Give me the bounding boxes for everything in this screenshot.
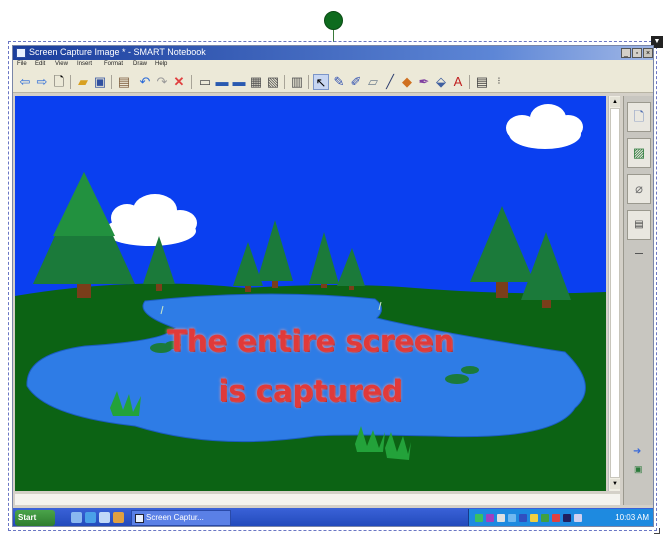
new-page-icon[interactable]: 🗋 [51, 74, 67, 90]
properties-icon[interactable]: ▤ [474, 74, 490, 90]
screen-shade-icon[interactable]: ▭ [197, 74, 213, 90]
toolbar-separator [111, 75, 112, 89]
table-icon[interactable]: ▥ [289, 74, 305, 90]
line-icon[interactable]: ╱ [382, 74, 398, 90]
toolbar: ⇦ ⇨ 🗋 ▰ ▣ ▤ ↶ ↷ ✕ ▭ ▬ ▬ ▦ ▧ ▥ ↖ ✎ ✐ ▱ ╱ … [13, 71, 653, 93]
paste-icon[interactable]: ▤ [116, 74, 132, 90]
menu-format[interactable]: Format [104, 61, 123, 67]
minimize-button[interactable]: _ [621, 48, 631, 58]
menu-view[interactable]: View [55, 61, 68, 67]
notebook-task-icon [135, 514, 144, 523]
caption-line-1: The entire screen [166, 324, 455, 358]
captured-window: Screen Capture Image * - SMART Notebook … [12, 45, 654, 527]
notebook-app-icon [16, 48, 26, 58]
undo-icon[interactable]: ↶ [137, 74, 153, 90]
scroll-down-arrow-icon[interactable]: ▼ [610, 479, 620, 489]
caption-line-2: is captured [218, 374, 403, 408]
redo-icon[interactable]: ↷ [154, 74, 170, 90]
start-label: Start [18, 513, 37, 522]
toolbar-separator [191, 75, 192, 89]
gallery-icon[interactable]: ▨ [627, 138, 651, 168]
full-screen-icon[interactable]: ▬ [231, 74, 247, 90]
toolbar-separator [308, 75, 309, 89]
close-button[interactable]: × [643, 48, 653, 58]
menu-edit[interactable]: Edit [35, 61, 45, 67]
tray-display-icon[interactable] [563, 514, 571, 522]
tray-keyboard-icon[interactable] [519, 514, 527, 522]
open-folder-icon[interactable]: ▰ [75, 74, 91, 90]
quicklaunch-ie-icon[interactable] [85, 512, 96, 523]
toolbar-separator [284, 75, 285, 89]
quicklaunch-folder-icon[interactable] [113, 512, 124, 523]
fill-icon[interactable]: ⬙ [433, 74, 449, 90]
quicklaunch-media-icon[interactable] [99, 512, 110, 523]
toolbar-separator [469, 75, 470, 89]
back-arrow-icon[interactable]: ⇦ [17, 74, 33, 90]
attachments-icon[interactable]: ⌀ [627, 174, 651, 204]
quicklaunch-desktop-icon[interactable] [71, 512, 82, 523]
taskbar-window-button[interactable]: Screen Captur... [131, 510, 231, 526]
rotation-handle[interactable] [324, 11, 343, 30]
menu-bar: File Edit View Insert Format Draw Help [13, 60, 653, 71]
tray-alert-icon[interactable] [552, 514, 560, 522]
show-screen-icon[interactable]: ▬ [214, 74, 230, 90]
tray-bluetooth-icon[interactable] [508, 514, 516, 522]
title-bar: Screen Capture Image * - SMART Notebook … [13, 46, 653, 60]
forward-arrow-icon[interactable]: ⇨ [34, 74, 50, 90]
eraser-icon[interactable]: ▱ [365, 74, 381, 90]
creative-pen-icon[interactable]: ✐ [348, 74, 364, 90]
menu-help[interactable]: Help [155, 61, 167, 67]
select-arrow-icon[interactable]: ↖ [313, 74, 329, 90]
tray-sync-icon[interactable] [541, 514, 549, 522]
panel-divider [635, 253, 643, 254]
save-icon[interactable]: ▣ [92, 74, 108, 90]
start-button[interactable]: Start [15, 510, 55, 526]
tray-network-icon[interactable] [475, 514, 483, 522]
tray-smart-icon[interactable] [486, 514, 494, 522]
restore-button[interactable]: ▫ [632, 48, 642, 58]
shape-icon[interactable]: ◆ [399, 74, 415, 90]
page-sort-icon[interactable]: ▧ [265, 74, 281, 90]
horizontal-scrollbar[interactable] [15, 493, 620, 505]
notebook-page-canvas[interactable]: The entire screen is captured [15, 96, 606, 491]
page-sorter-icon[interactable]: 🗋 [627, 102, 651, 132]
rotation-connector [333, 28, 334, 42]
taskbar-window-label: Screen Captur... [146, 513, 204, 522]
text-icon[interactable]: A [450, 74, 466, 90]
tray-volume-icon[interactable] [497, 514, 505, 522]
windows-taskbar: Start Screen Captur... 10:03 AM [13, 508, 653, 526]
arrow-right-icon[interactable]: ➜ [633, 446, 641, 457]
tray-clipboard-icon[interactable] [574, 514, 582, 522]
window-title: Screen Capture Image * - SMART Notebook [29, 47, 206, 57]
pen-icon[interactable]: ✎ [331, 74, 347, 90]
page-icon[interactable]: ▣ [634, 464, 643, 475]
tray-security-icon[interactable] [530, 514, 538, 522]
screen-capture-stage: ▼ Screen Capture Image * - SMART Noteboo… [0, 0, 663, 540]
menu-draw[interactable]: Draw [133, 61, 147, 67]
vertical-scrollbar[interactable]: ▲ ▼ [608, 96, 620, 491]
lake-scene-illustration [15, 96, 606, 491]
toolbar-separator [70, 75, 71, 89]
scroll-thumb[interactable] [610, 108, 620, 478]
menu-file[interactable]: File [17, 61, 27, 67]
side-tabs-panel: 🗋 ▨ ⌀ ▤ ➜ ▣ [623, 96, 653, 505]
magic-pen-icon[interactable]: ✒ [416, 74, 432, 90]
resize-handle[interactable] [654, 528, 660, 534]
capture-icon[interactable]: ▦ [248, 74, 264, 90]
more-icon[interactable]: ⁝ [491, 74, 507, 90]
delete-icon[interactable]: ✕ [171, 74, 187, 90]
taskbar-clock[interactable]: 10:03 AM [615, 513, 649, 522]
properties-tab-icon[interactable]: ▤ [627, 210, 651, 240]
scroll-up-arrow-icon[interactable]: ▲ [610, 97, 620, 107]
menu-insert[interactable]: Insert [77, 61, 92, 67]
system-tray: 10:03 AM [468, 509, 653, 526]
